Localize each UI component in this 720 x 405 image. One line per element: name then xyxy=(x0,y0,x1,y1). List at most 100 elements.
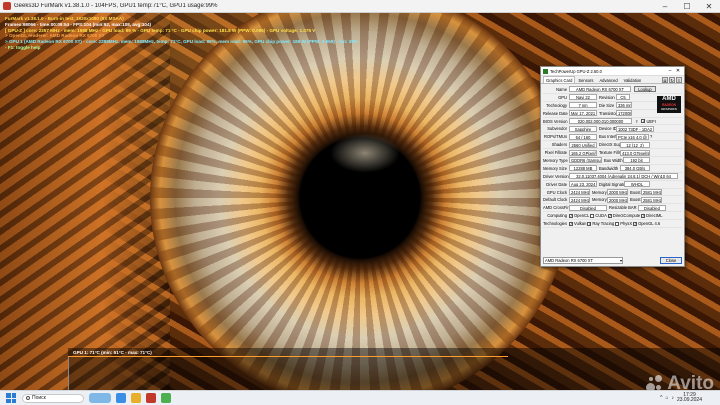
row-memory-type: Memory Type GDDR6 (Samsung) Bus Width 19… xyxy=(543,157,682,165)
search-placeholder: Поиск xyxy=(32,395,46,401)
fur-texture-left xyxy=(0,13,170,390)
search-icon xyxy=(26,396,30,400)
opencl-checkbox: ✓ OpenCL xyxy=(569,213,590,219)
clock-date: 23.09.2024 xyxy=(676,397,702,403)
avito-watermark: Avito xyxy=(646,373,714,390)
revision-value: C5 xyxy=(616,94,630,101)
gpuz-title: TechPowerUp GPU-Z 2.60.0 xyxy=(550,68,602,74)
window-titlebar: Geeks3D FurMark v1.38.1.0 - 104FPS, GPU1… xyxy=(0,0,720,13)
gpuz-toolbar: ◘ ↻ ≡ xyxy=(662,77,682,83)
taskbar-search-box[interactable]: Поиск xyxy=(22,393,84,403)
osd-line-gpu1: > GPU 1 (AMD Radeon RX 6700 XT) - core: … xyxy=(5,39,358,45)
gpu-select-value: AMD Radeon RX 6700 XT xyxy=(545,258,594,263)
device-id-value: 1002 73DF - 1DA2 E445 xyxy=(616,125,654,132)
close-window-button[interactable]: ✕ xyxy=(698,0,720,13)
bus-help-icon[interactable]: ? xyxy=(650,134,652,139)
vulkan-checkbox: ✓ Vulkan xyxy=(569,221,587,227)
row-fillrate: Pixel Fillrate 165.2 GPixel/s Texture Fi… xyxy=(543,149,682,158)
lookup-button[interactable]: Lookup xyxy=(634,86,656,93)
row-bios: BIOS Version 020.002.000.010.000000 ⇪ ✓ U… xyxy=(543,118,682,126)
refresh-icon[interactable]: ↻ xyxy=(669,77,675,83)
tab-validation[interactable]: Validation xyxy=(621,76,645,83)
bios-save-icon[interactable]: ⇪ xyxy=(635,119,638,124)
row-computing: Computing ✓ OpenCL CUDA ✓ DirectCompute ✓ D… xyxy=(543,212,682,221)
tab-advanced[interactable]: Advanced xyxy=(596,76,620,83)
texture-fillrate-value: 413.0 GTexel/s xyxy=(620,149,650,156)
bus-width-value: 192 bit xyxy=(623,157,650,164)
gpuz-footer: AMD Radeon RX 6700 XT ▾ Close xyxy=(543,257,682,264)
graph-axis xyxy=(68,356,69,390)
tab-graphics-card[interactable]: Graphics Card xyxy=(543,76,576,83)
gpuz-close-button[interactable]: ✕ xyxy=(674,68,682,74)
maximize-button[interactable]: ☐ xyxy=(676,0,698,13)
shaders-value: 2560 Unified xyxy=(569,141,597,148)
tab-sensors[interactable]: Sensors xyxy=(575,76,596,83)
memory-type-value: GDDR6 (Samsung) xyxy=(569,157,602,164)
row-technologies: Technologies ✓ Vulkan ✓ Ray Tracing PhysX … xyxy=(543,220,682,229)
osd-overlay: FurMark v1.38.1.0 - Burn-in test, 1920x1… xyxy=(5,16,358,51)
physx-checkbox: PhysX xyxy=(615,221,632,226)
gpuz-graphics-card-panel: AMD RADEON GRAPHICS Name AMD Radeon RX 6… xyxy=(541,84,684,229)
gpuz-taskbar-icon[interactable] xyxy=(161,393,171,403)
bus-interface-value: PCIe x16 4.0 @ x16 3.0 xyxy=(616,133,649,140)
die-size-value: 336 mm² xyxy=(616,102,632,109)
row-shaders: Shaders 2560 Unified DirectX Support 12 … xyxy=(543,141,682,150)
row-subvendor: Subvendor Sapphire Device ID 1002 73DF -… xyxy=(543,125,682,134)
amd-radeon-logo: AMD RADEON GRAPHICS xyxy=(657,96,681,113)
furmark-app-icon xyxy=(3,2,11,10)
gpu-value: Navi 22 xyxy=(569,94,597,101)
gpuz-app-icon xyxy=(543,68,548,74)
taskbar-clock[interactable]: 17:29 23.09.2024 xyxy=(676,392,702,404)
menu-icon[interactable]: ≡ xyxy=(676,77,682,83)
file-explorer-icon[interactable] xyxy=(131,393,141,403)
default-boost-value: 2581 MHz xyxy=(641,196,662,203)
driver-version-value: 32.0.11037.4004 (Adrenalin 24.8.1) DCH /… xyxy=(569,173,678,180)
temperature-line xyxy=(68,356,508,357)
temperature-graph: GPU 1: 71°C (min: 51°C - max: 71°C) xyxy=(68,348,720,390)
chevron-down-icon: ▾ xyxy=(619,258,622,263)
furmark-taskbar-icon[interactable] xyxy=(146,393,156,403)
rops-value: 64 / 160 xyxy=(569,133,597,140)
uefi-checkbox: ✓ UEFI xyxy=(641,118,656,124)
window-title: Geeks3D FurMark v1.38.1.0 - 104FPS, GPU1… xyxy=(14,3,218,9)
default-memory-clock-value: 2000 MHz xyxy=(607,196,628,203)
tray-chevron-icon[interactable]: ^ xyxy=(660,395,662,401)
render-highlight xyxy=(330,133,400,173)
row-name: Name AMD Radeon RX 6700 XT Lookup xyxy=(543,86,682,94)
row-driver-date: Driver Date Aug 23, 2024 Digital Signatu… xyxy=(543,181,682,189)
gpu-select-dropdown[interactable]: AMD Radeon RX 6700 XT ▾ xyxy=(543,257,623,264)
osd-line-help: - F1: toggle help xyxy=(5,44,41,50)
transistors-value: 17200M xyxy=(616,110,632,117)
directcompute-checkbox: ✓ DirectCompute xyxy=(607,213,641,219)
gpuz-close-dialog-button[interactable]: Close xyxy=(660,257,682,264)
camera-icon[interactable]: ◘ xyxy=(662,77,668,83)
default-clock-value: 2424 MHz xyxy=(569,196,590,203)
cuda-checkbox: CUDA xyxy=(590,213,607,218)
directx-value: 12 (12_2) xyxy=(620,141,650,148)
windows-start-icon[interactable] xyxy=(6,393,16,403)
weather-widget-icon[interactable] xyxy=(89,393,111,403)
crossfire-value: Disabled xyxy=(569,204,607,211)
gpu-clock-value: 2424 MHz xyxy=(569,189,590,196)
task-view-icon[interactable] xyxy=(116,393,126,403)
row-memory-size: Memory Size 12288 MB Bandwidth 384.0 GB/… xyxy=(543,165,682,173)
digital-signature-value: WHQL xyxy=(624,181,650,188)
gpuz-minimize-button[interactable]: – xyxy=(666,68,674,74)
gpu-boost-value: 2581 MHz xyxy=(641,189,662,196)
release-date-value: Mar 17, 2021 xyxy=(569,110,597,117)
ray-tracing-checkbox: ✓ Ray Tracing xyxy=(587,221,615,227)
row-gpu-clock: GPU Clock 2424 MHz Memory 2000 MHz Boost… xyxy=(543,189,682,197)
technology-value: 7 nm xyxy=(569,102,597,109)
fur-donut-render xyxy=(150,13,570,390)
graph-label: GPU 1: 71°C (min: 51°C - max: 71°C) xyxy=(73,350,152,355)
minimize-button[interactable]: – xyxy=(654,0,676,13)
gpuz-titlebar: TechPowerUp GPU-Z 2.60.0 – ✕ xyxy=(541,67,684,76)
pixel-fillrate-value: 165.2 GPixel/s xyxy=(569,149,597,156)
opengl-checkbox: ✓ OpenGL 4.6 xyxy=(633,221,661,227)
avito-watermark-text: Avito xyxy=(667,373,714,390)
subvendor-value: Sapphire xyxy=(569,125,597,132)
resizable-bar-value: Disabled xyxy=(638,204,666,211)
network-icon[interactable]: ⌂ xyxy=(665,395,668,401)
volume-icon[interactable]: ♪ xyxy=(671,395,674,401)
bandwidth-value: 384.0 GB/s xyxy=(620,165,650,172)
